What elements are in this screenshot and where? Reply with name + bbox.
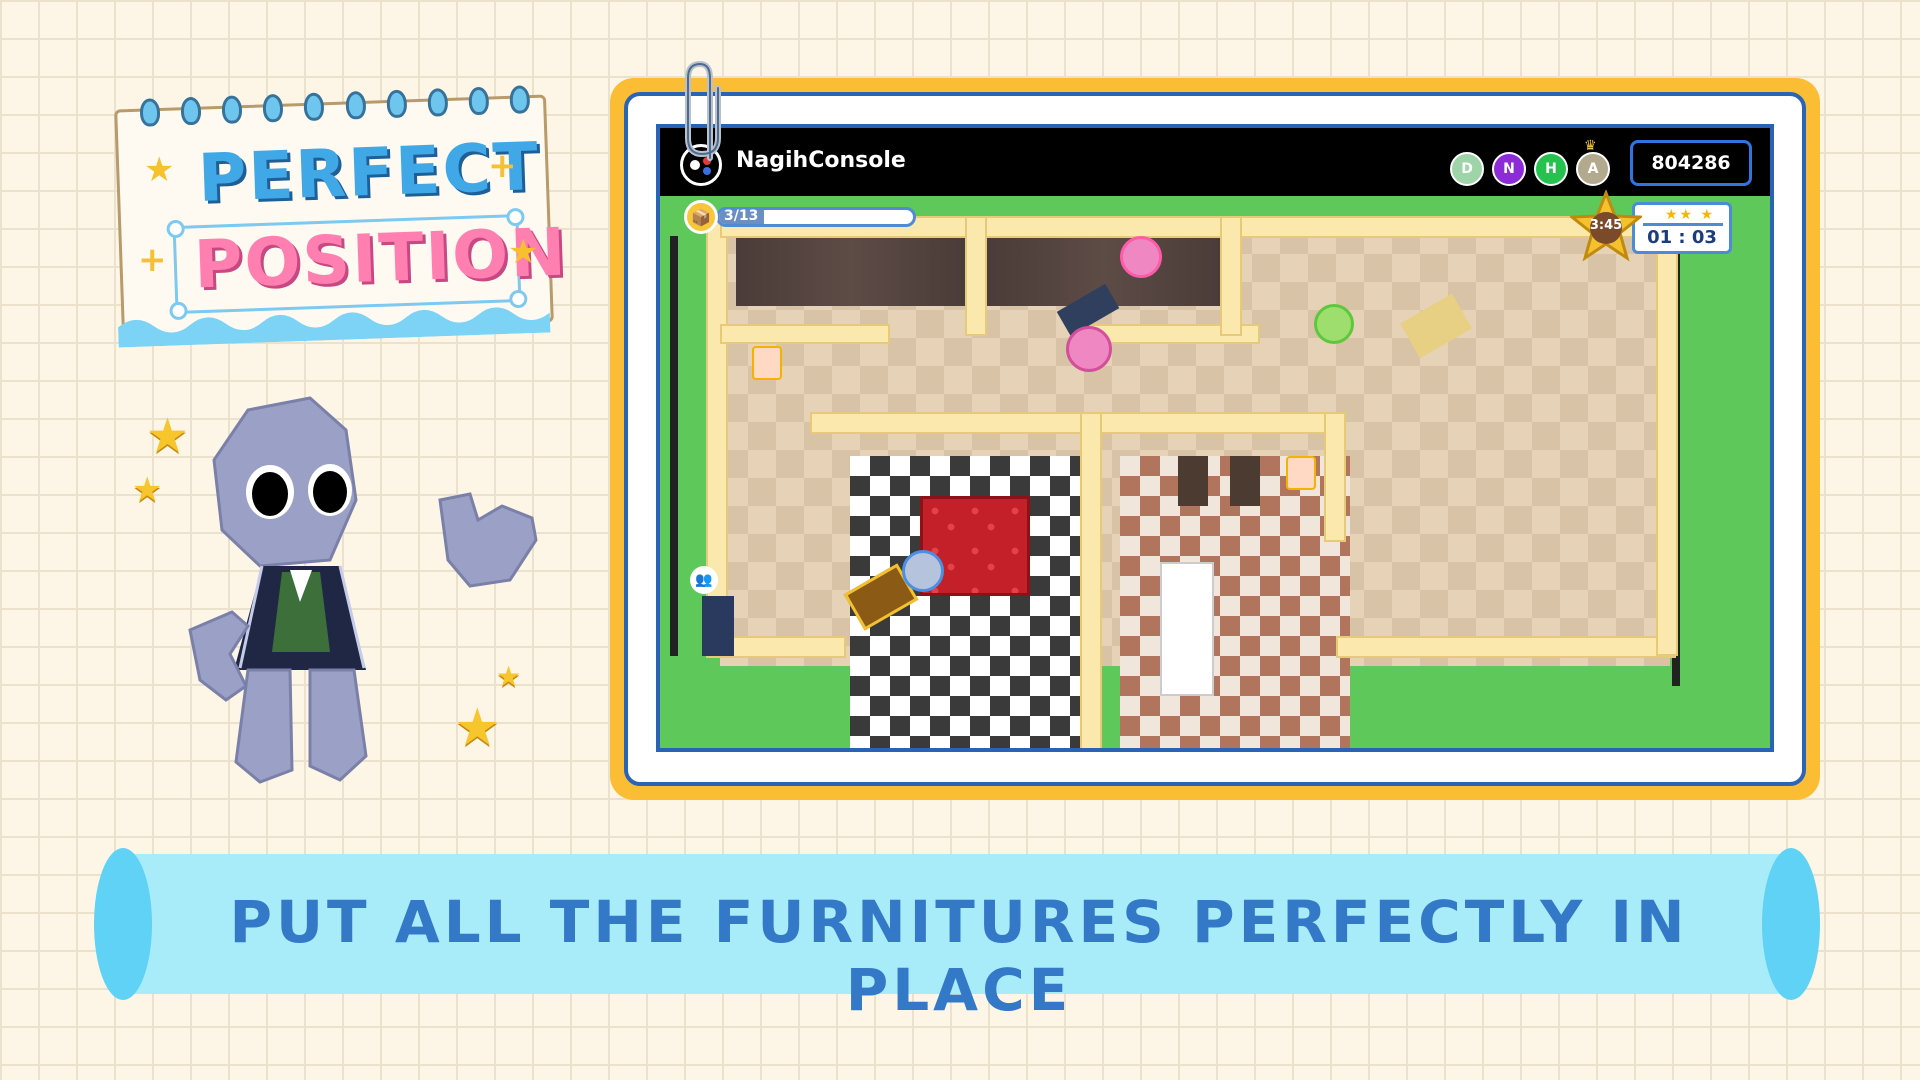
wall xyxy=(1220,216,1242,336)
furniture-progress: 3/13 📦 xyxy=(684,200,920,234)
star-icon: ★ xyxy=(144,150,175,190)
player-character xyxy=(1066,326,1112,372)
wall xyxy=(965,216,987,336)
player-character xyxy=(1314,304,1354,344)
star-icon: ★ xyxy=(132,470,163,510)
timer-star-icon: 3:45 xyxy=(1567,188,1645,262)
ring-icon xyxy=(303,92,325,122)
banner-text: PUT ALL THE FURNITURES PERFECTLY IN PLAC… xyxy=(229,888,1689,1024)
ring-icon xyxy=(386,89,407,119)
ring-icon xyxy=(468,86,490,116)
rating-stars-icon: ★★ ★ xyxy=(1665,207,1716,223)
wall xyxy=(1080,412,1102,748)
game-screen[interactable]: 👥 NagihConsole D N H A ♛ 804286 3/13 📦 ★… xyxy=(656,124,1774,752)
plus-icon: + xyxy=(138,240,167,280)
ring-icon xyxy=(427,88,449,117)
star-icon: ★ xyxy=(146,408,190,464)
lamp-furniture[interactable] xyxy=(1286,456,1316,490)
play-field: 👥 xyxy=(660,196,1770,748)
bottom-banner: PUT ALL THE FURNITURES PERFECTLY IN PLAC… xyxy=(94,848,1820,1024)
title-note: PERFECT POSITION ★ + + ★ xyxy=(114,85,569,348)
star-icon: ★ xyxy=(454,698,501,758)
ring-icon xyxy=(180,96,202,126)
score-box: 804286 xyxy=(1630,140,1752,186)
fence xyxy=(670,236,678,656)
top-bar: NagihConsole D N H A ♛ 804286 xyxy=(660,128,1770,196)
floor-wood xyxy=(736,226,966,306)
progress-count: 3/13 xyxy=(724,208,759,224)
lamp-furniture[interactable] xyxy=(752,346,782,380)
ring-icon xyxy=(139,98,161,127)
ring-icon xyxy=(509,85,531,114)
paperclip-icon xyxy=(685,60,721,161)
chair-furniture[interactable] xyxy=(1230,456,1260,506)
badge-h[interactable]: H xyxy=(1534,152,1568,186)
timer-progress xyxy=(1643,223,1723,226)
star-icon: ★ xyxy=(508,232,539,272)
star-icon: ★ xyxy=(496,660,522,693)
timer-panel: ★★ ★ 01 : 03 xyxy=(1632,202,1732,254)
cabinet-furniture[interactable] xyxy=(702,596,734,656)
ring-icon xyxy=(221,95,243,124)
stove-furniture[interactable] xyxy=(1160,562,1214,696)
wall xyxy=(1336,636,1676,658)
players-icon: 👥 xyxy=(690,566,718,594)
player-character xyxy=(902,550,944,592)
timer-star-text: 3:45 xyxy=(1589,218,1623,233)
crown-icon: ♛ xyxy=(1584,138,1597,154)
wall xyxy=(720,324,890,344)
wall xyxy=(1324,412,1346,542)
badge-a[interactable]: A xyxy=(1576,152,1610,186)
console-name: NagihConsole xyxy=(736,148,906,173)
plus-icon: + xyxy=(488,146,517,186)
player-character xyxy=(1120,236,1162,278)
ring-icon xyxy=(262,93,284,123)
badge-n[interactable]: N xyxy=(1492,152,1526,186)
wall xyxy=(810,412,1340,434)
badge-d[interactable]: D xyxy=(1450,152,1484,186)
timer-text: 01 : 03 xyxy=(1647,227,1717,248)
handle-icon xyxy=(166,219,185,239)
chair-furniture[interactable] xyxy=(1178,456,1208,506)
ring-icon xyxy=(344,90,366,120)
box-icon: 📦 xyxy=(684,200,718,234)
wall xyxy=(1656,216,1678,656)
